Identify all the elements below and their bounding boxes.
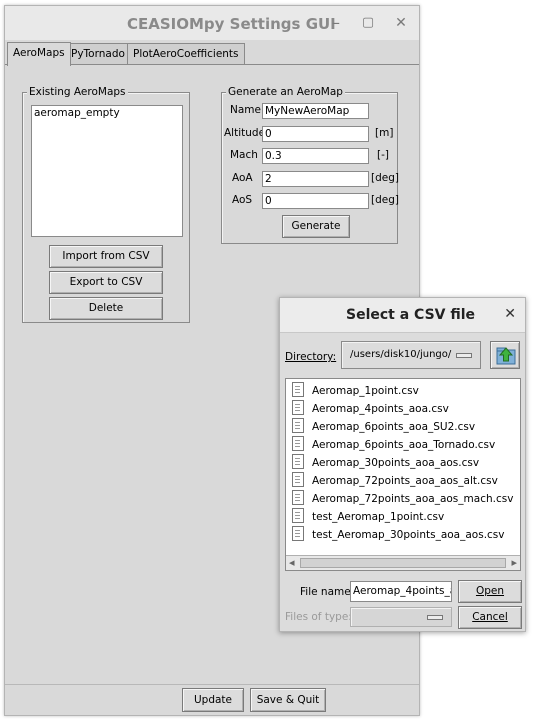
aeromap-listbox[interactable]: aeromap_empty [31,105,183,237]
file-icon [292,400,304,415]
generate-button[interactable]: Generate [282,215,350,238]
file-icon [292,526,304,541]
file-name: Aeromap_6points_aoa_SU2.csv [312,421,476,433]
list-item[interactable]: test_Aeromap_1point.csv [292,508,444,526]
scroll-right-icon[interactable]: ▸ [511,556,517,569]
file-icon [292,490,304,505]
aos-field[interactable]: 0 [262,193,369,209]
directory-label-text: Directory: [285,351,337,363]
directory-label: Directory: [285,351,336,363]
altitude-unit: [m] [375,127,394,139]
scroll-left-icon[interactable]: ◂ [289,556,295,569]
mach-field[interactable]: 0.3 [262,148,369,164]
generate-aeromap-title: Generate an AeroMap [226,86,345,98]
generate-aeromap-group: Generate an AeroMap Name MyNewAeroMap Al… [221,86,399,244]
cancel-button[interactable]: Cancel [458,606,522,629]
directory-value: /users/disk10/jungo/ [350,349,452,360]
list-item[interactable]: Aeromap_4points_aoa.csv [292,400,449,418]
aoa-field[interactable]: 2 [262,171,369,187]
file-name-field[interactable]: Aeromap_4points_ac [350,581,452,602]
minimize-icon[interactable]: – [325,12,347,34]
mach-unit: [-] [377,149,389,161]
list-item[interactable]: Aeromap_72points_aoa_aos_mach.csv [292,490,513,508]
list-item[interactable]: Aeromap_6points_aoa_SU2.csv [292,418,475,436]
file-name: Aeromap_72points_aoa_aos_alt.csv [312,475,498,487]
import-csv-button[interactable]: Import from CSV [49,245,163,268]
aos-unit: [deg] [371,194,399,206]
file-name: test_Aeromap_1point.csv [312,511,445,523]
file-name: test_Aeromap_30points_aoa_aos.csv [312,529,505,541]
maximize-icon[interactable]: ▢ [357,12,379,34]
file-name-label: File name: [300,586,355,598]
bottom-bar: Update Save & Quit [5,684,419,716]
file-icon [292,418,304,433]
altitude-label: Altitude [224,127,266,139]
list-item[interactable]: test_Aeromap_30points_aoa_aos.csv [292,526,505,544]
update-button[interactable]: Update [182,688,244,712]
file-name: Aeromap_30points_aoa_aos.csv [312,457,480,469]
list-item[interactable]: Aeromap_30points_aoa_aos.csv [292,454,479,472]
tab-plotaerocoefficients[interactable]: PlotAeroCoefficients [127,43,245,65]
dialog-close-icon[interactable]: ✕ [504,306,516,322]
aoa-label: AoA [232,172,253,184]
list-item[interactable]: aeromap_empty [34,107,120,119]
folder-up-icon [496,347,516,365]
existing-aeromaps-group: Existing AeroMaps aeromap_empty Import f… [22,86,190,323]
select-csv-dialog: Select a CSV file ✕ Directory: /users/di… [279,297,526,632]
delete-button[interactable]: Delete [49,297,163,320]
export-csv-button[interactable]: Export to CSV [49,271,163,294]
existing-aeromaps-title: Existing AeroMaps [27,86,128,98]
window-title: CEASIOMpy Settings GUI [127,15,336,33]
horizontal-scrollbar[interactable]: ◂ ▸ [286,555,520,570]
scrollbar-thumb[interactable] [300,558,506,568]
file-icon [292,436,304,451]
file-icon [292,472,304,487]
file-name: Aeromap_4points_aoa.csv [312,403,449,415]
dialog-title: Select a CSV file [346,307,476,323]
file-type-combobox[interactable] [350,607,452,627]
file-name: Aeromap_1point.csv [312,385,419,397]
file-name: Aeromap_6points_aoa_Tornado.csv [312,439,496,451]
combo-indicator-icon [456,353,472,358]
file-icon [292,508,304,523]
close-icon[interactable]: ✕ [390,12,412,34]
file-list[interactable]: Aeromap_1point.csv Aeromap_4points_aoa.c… [285,378,521,571]
aos-label: AoS [232,194,253,206]
open-button[interactable]: Open [458,580,522,603]
save-quit-button[interactable]: Save & Quit [250,688,326,712]
title-bar[interactable]: CEASIOMpy Settings GUI – ▢ ✕ [5,6,419,40]
file-icon [292,382,304,397]
mach-label: Mach [230,149,258,161]
altitude-field[interactable]: 0 [262,126,369,142]
aoa-unit: [deg] [371,172,399,184]
name-label: Name [230,104,261,116]
file-name: Aeromap_72points_aoa_aos_mach.csv [312,493,514,505]
tab-pytornado[interactable]: PyTornado [65,43,131,65]
list-item[interactable]: Aeromap_1point.csv [292,382,419,400]
file-icon [292,454,304,469]
list-item[interactable]: Aeromap_6points_aoa_Tornado.csv [292,436,495,454]
directory-combobox[interactable]: /users/disk10/jungo/ [341,341,481,369]
name-field[interactable]: MyNewAeroMap [262,103,369,119]
cancel-button-label: Cancel [472,611,508,623]
tab-aeromaps[interactable]: AeroMaps [7,42,71,66]
file-type-label: Files of type: [285,611,352,623]
list-item[interactable]: Aeromap_72points_aoa_aos_alt.csv [292,472,498,490]
up-directory-button[interactable] [490,341,520,369]
combo-indicator-icon [427,615,443,620]
open-button-label: Open [475,585,505,597]
dialog-title-bar[interactable]: Select a CSV file ✕ [280,298,525,333]
